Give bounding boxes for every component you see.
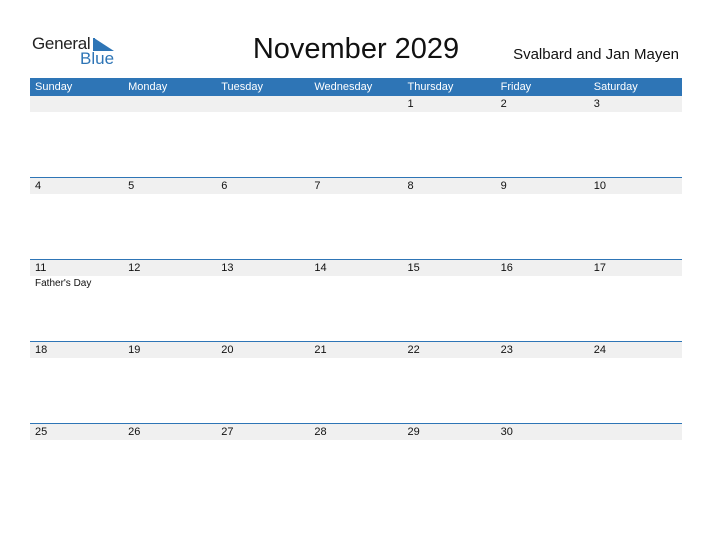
weekday-thursday: Thursday (407, 81, 454, 93)
day-number: 4 (35, 180, 42, 192)
day-event (309, 112, 402, 114)
day-number: 30 (500, 426, 513, 438)
week-row: 11 12 13 14 15 16 17 Father's Day (30, 259, 682, 341)
events-row (30, 440, 682, 442)
day-event: Father's Day (35, 278, 92, 289)
day-event (589, 112, 682, 114)
day-event (216, 194, 309, 196)
day-event (216, 112, 309, 114)
date-band: 1 2 3 (30, 96, 682, 112)
day-number (309, 96, 402, 112)
day-event (123, 276, 216, 289)
day-number: 18 (35, 344, 48, 356)
day-event (30, 112, 123, 114)
day-number (123, 96, 216, 112)
day-number: 29 (407, 426, 420, 438)
weekday-header: Sunday Monday Tuesday Wednesday Thursday… (30, 78, 682, 96)
week-row: 4 5 6 7 8 9 10 (30, 177, 682, 259)
date-band: 11 12 13 14 15 16 17 (30, 260, 682, 276)
day-number: 27 (221, 426, 234, 438)
day-event (589, 194, 682, 196)
day-event (123, 194, 216, 196)
weekday-saturday: Saturday (593, 81, 638, 93)
day-event (403, 194, 496, 196)
day-event (30, 194, 123, 196)
day-event (123, 440, 216, 442)
day-number (216, 96, 309, 112)
week-row: 1 2 3 (30, 96, 682, 177)
day-number: 10 (593, 180, 606, 192)
day-event (589, 358, 682, 360)
region-label: Svalbard and Jan Mayen (513, 46, 679, 63)
day-number: 25 (35, 426, 48, 438)
calendar-grid: Sunday Monday Tuesday Wednesday Thursday… (30, 78, 682, 505)
day-event (589, 440, 682, 442)
day-number: 22 (407, 344, 420, 356)
day-event (496, 276, 589, 289)
day-number: 5 (128, 180, 135, 192)
date-band: 18 19 20 21 22 23 24 (30, 342, 682, 358)
weekday-friday: Friday (500, 81, 532, 93)
week-row: 18 19 20 21 22 23 24 (30, 341, 682, 423)
day-event (589, 276, 682, 289)
day-event (30, 440, 123, 442)
day-number: 20 (221, 344, 234, 356)
day-event (216, 276, 309, 289)
day-event (30, 358, 123, 360)
day-number: 8 (407, 180, 414, 192)
day-event (309, 276, 402, 289)
day-number: 21 (314, 344, 327, 356)
day-event (123, 112, 216, 114)
day-number: 11 (35, 262, 47, 274)
day-event (496, 440, 589, 442)
weekday-monday: Monday (128, 81, 168, 93)
day-number: 14 (314, 262, 327, 274)
day-number: 13 (221, 262, 234, 274)
day-event (403, 358, 496, 360)
day-number: 1 (407, 98, 414, 110)
day-number: 7 (314, 180, 321, 192)
day-event (496, 194, 589, 196)
day-number: 24 (593, 344, 606, 356)
day-event (403, 440, 496, 442)
week-row: 25 26 27 28 29 30 (30, 423, 682, 505)
events-row: Father's Day (30, 276, 682, 289)
day-event (496, 112, 589, 114)
day-number: 28 (314, 426, 327, 438)
day-number: 15 (407, 262, 420, 274)
day-number: 16 (500, 262, 513, 274)
weekday-tuesday: Tuesday (221, 81, 264, 93)
events-row (30, 112, 682, 114)
day-number: 9 (500, 180, 507, 192)
date-band: 4 5 6 7 8 9 10 (30, 178, 682, 194)
day-number: 17 (593, 262, 606, 274)
day-number: 3 (593, 98, 600, 110)
weekday-wednesday: Wednesday (314, 81, 373, 93)
day-event (309, 440, 402, 442)
day-event (123, 358, 216, 360)
day-number: 12 (128, 262, 141, 274)
weekday-sunday: Sunday (35, 81, 73, 93)
events-row (30, 358, 682, 360)
day-number (589, 424, 682, 440)
day-number: 23 (500, 344, 513, 356)
day-number: 2 (500, 98, 507, 110)
day-number (30, 96, 123, 112)
day-event (403, 112, 496, 114)
day-event (216, 440, 309, 442)
day-event (309, 194, 402, 196)
day-event (309, 358, 402, 360)
day-event (403, 276, 496, 289)
events-row (30, 194, 682, 196)
day-number: 26 (128, 426, 141, 438)
day-event (216, 358, 309, 360)
date-band: 25 26 27 28 29 30 (30, 424, 682, 440)
day-number: 6 (221, 180, 228, 192)
day-number: 19 (128, 344, 141, 356)
day-event (496, 358, 589, 360)
